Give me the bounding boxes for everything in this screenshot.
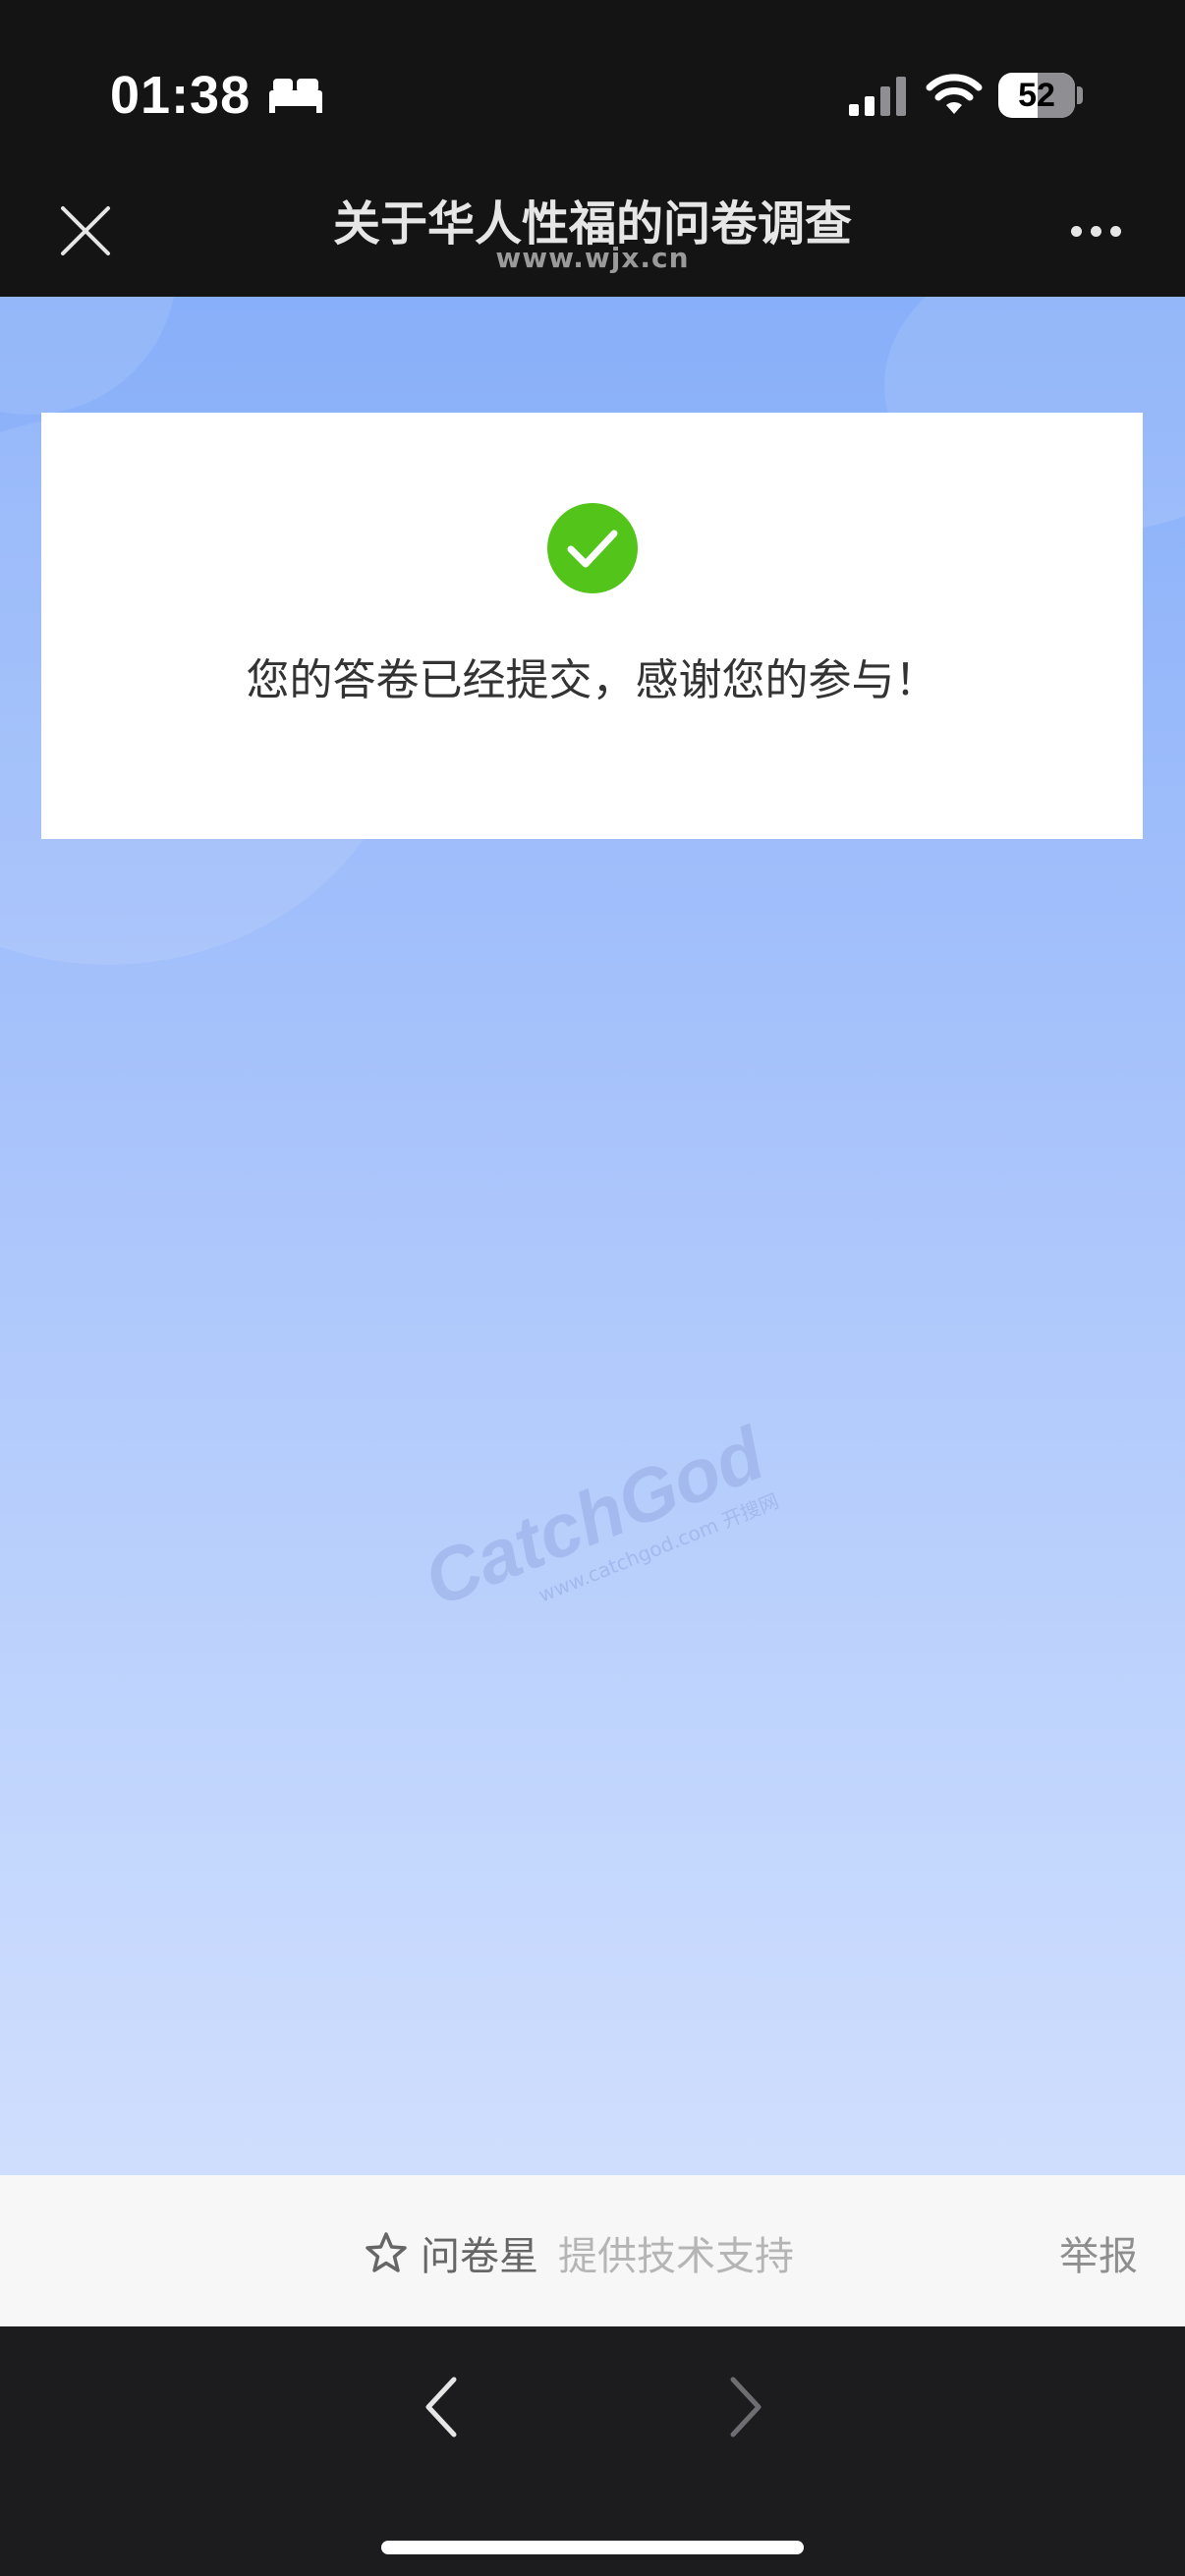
page-domain: www.wjx.cn bbox=[495, 242, 690, 274]
success-message: 您的答卷已经提交，感谢您的参与！ bbox=[246, 655, 938, 705]
battery-nub bbox=[1077, 86, 1083, 104]
sleep-icon bbox=[269, 79, 322, 113]
browser-header: 关于华人性福的问卷调查 www.wjx.cn bbox=[0, 177, 1185, 297]
survey-result-area: 您的答卷已经提交，感谢您的参与！ CatchGod www.catchgod.c… bbox=[0, 297, 1185, 2175]
battery-icon: 52 bbox=[998, 73, 1075, 118]
more-icon[interactable] bbox=[1071, 222, 1132, 242]
background-decoration bbox=[0, 297, 177, 415]
forward-chevron-icon[interactable] bbox=[715, 2370, 774, 2444]
report-link[interactable]: 举报 bbox=[1059, 2224, 1138, 2281]
result-card: 您的答卷已经提交，感谢您的参与！ bbox=[41, 413, 1143, 839]
powered-by: 问卷星 提供技术支持 bbox=[364, 2224, 794, 2281]
status-time: 01:38 bbox=[110, 66, 252, 125]
signal-icon bbox=[849, 77, 906, 116]
back-chevron-icon[interactable] bbox=[413, 2370, 472, 2444]
browser-bottom-nav bbox=[0, 2326, 1185, 2576]
star-icon bbox=[366, 2232, 407, 2272]
wifi-icon bbox=[926, 74, 983, 114]
home-indicator[interactable] bbox=[381, 2541, 804, 2554]
watermark: CatchGod www.catchgod.com 开搜网 bbox=[413, 1411, 784, 1645]
footer: 问卷星 提供技术支持 举报 bbox=[0, 2175, 1185, 2326]
battery-level: 52 bbox=[1018, 77, 1055, 114]
status-bar: 01:38 52 bbox=[0, 0, 1185, 177]
check-circle-icon bbox=[547, 503, 638, 593]
brand-name[interactable]: 问卷星 bbox=[421, 2224, 538, 2281]
support-text: 提供技术支持 bbox=[558, 2234, 794, 2279]
